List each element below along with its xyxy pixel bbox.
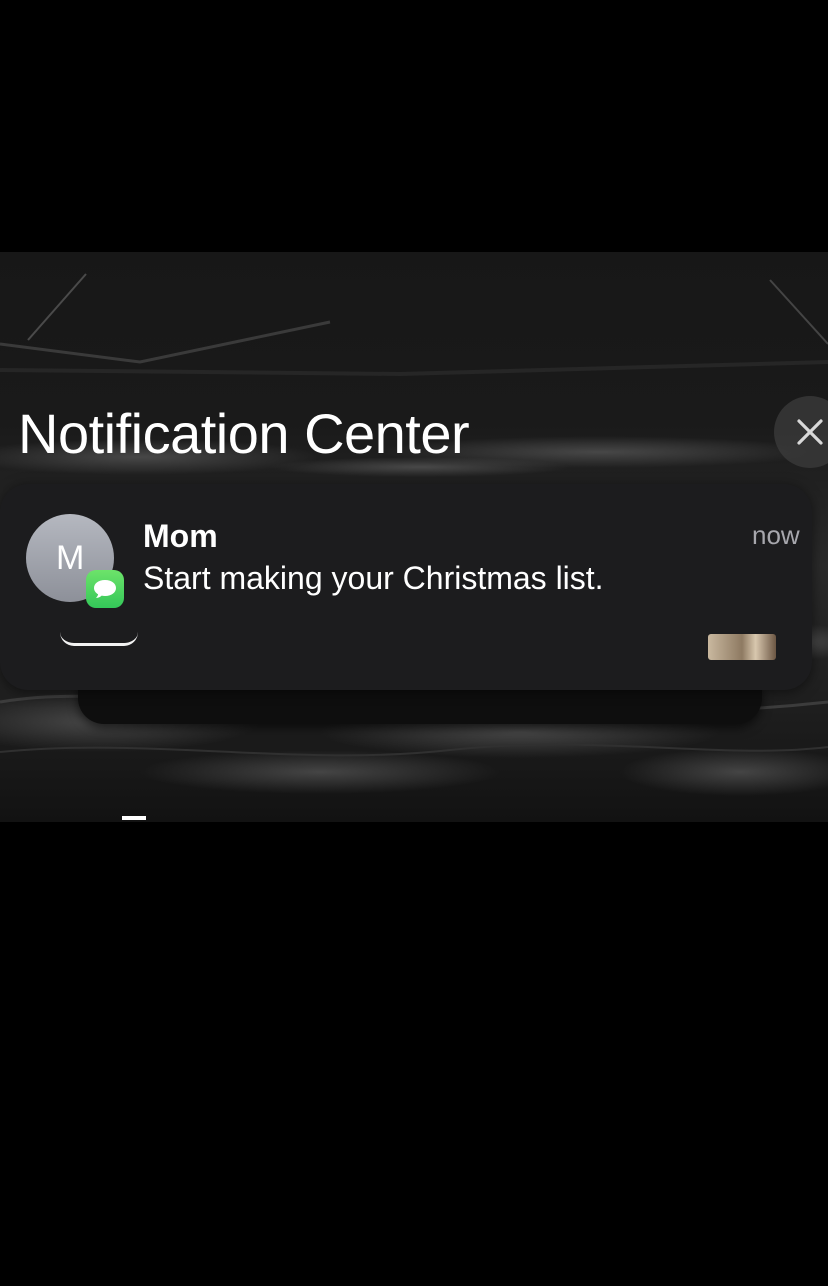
message-preview: Start making your Christmas list. — [143, 560, 604, 596]
avatar-initial: M — [56, 538, 85, 577]
attachment-preview-left — [60, 632, 138, 646]
notification-center-screen: Notification Center M Mom Start making y… — [0, 252, 828, 822]
notification-center-title: Notification Center — [18, 402, 470, 465]
sender-name: Mom — [143, 518, 218, 554]
home-indicator-fragment — [122, 816, 146, 820]
stacked-notification-shadow[interactable] — [78, 684, 762, 724]
messages-app-badge — [86, 570, 124, 608]
close-x-icon — [797, 419, 823, 445]
attachment-thumbnail — [708, 634, 776, 660]
notification-timestamp: now — [752, 520, 800, 550]
messages-bubble-icon — [94, 580, 116, 598]
